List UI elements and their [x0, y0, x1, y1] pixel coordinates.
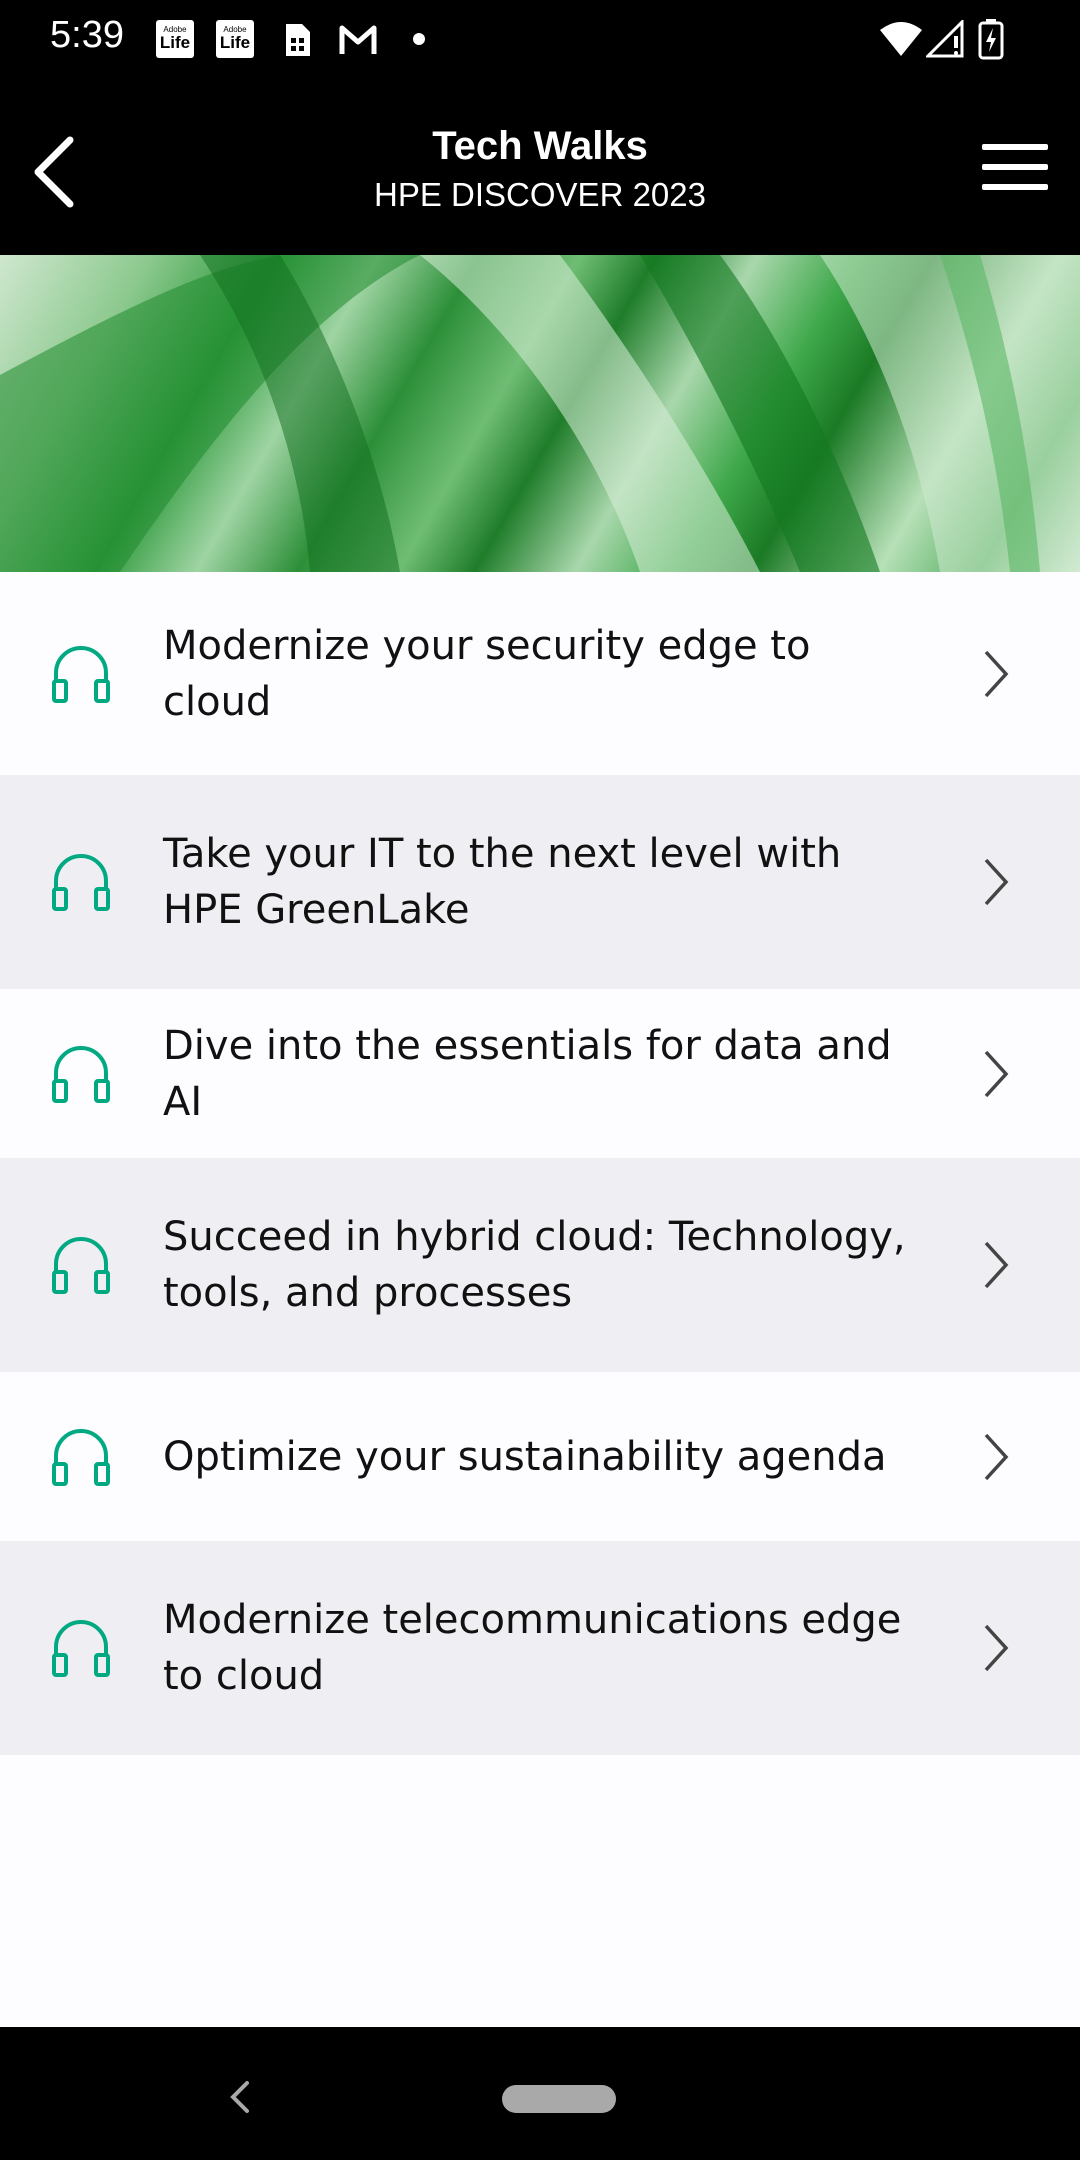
list-item-label: Optimize your sustainability agenda	[163, 1433, 887, 1480]
headphones-icon	[52, 1428, 110, 1486]
nav-home-button[interactable]	[502, 2085, 616, 2113]
list-item[interactable]: Optimize your sustainability agenda	[0, 1372, 1080, 1541]
chevron-right-icon	[984, 1624, 1009, 1672]
tech-walks-list: Modernize your security edge to cloud Ta…	[0, 572, 1080, 1755]
list-item-label: Succeed in hybrid cloud: Technology, too…	[163, 1214, 906, 1316]
list-item-label: Take your IT to the next level with HPE …	[163, 831, 842, 933]
list-item-label: Modernize your security edge to cloud	[163, 622, 811, 725]
page-subtitle: HPE DISCOVER 2023	[374, 176, 706, 213]
cell-signal-icon	[926, 20, 964, 58]
chevron-right-icon	[984, 1050, 1009, 1097]
list-item-label: Modernize telecommunications edge to clo…	[163, 1597, 902, 1699]
list-item-label: Dive into the essentials for data and AI	[163, 1022, 892, 1125]
chevron-right-icon	[984, 1433, 1009, 1480]
sim-card-icon	[286, 24, 310, 56]
status-bar: 5:39 Adobe Life Adobe Life	[0, 0, 1080, 80]
list-item[interactable]: Dive into the essentials for data and AI	[0, 989, 1080, 1158]
list-item[interactable]: Take your IT to the next level with HPE …	[0, 775, 1080, 989]
hero-banner-image	[0, 255, 1080, 572]
list-item[interactable]: Modernize your security edge to cloud	[0, 572, 1080, 775]
notification-dot-icon	[413, 33, 425, 45]
chevron-right-icon	[984, 1241, 1009, 1289]
headphones-icon	[52, 645, 110, 703]
headphones-icon	[52, 854, 110, 911]
list-item[interactable]: Succeed in hybrid cloud: Technology, too…	[0, 1158, 1080, 1372]
list-item[interactable]: Modernize telecommunications edge to clo…	[0, 1541, 1080, 1755]
battery-charging-icon	[978, 19, 1004, 60]
adobe-life-notification-icon: Adobe Life	[156, 20, 194, 58]
page-title: Tech Walks	[432, 124, 648, 168]
system-navigation-bar	[0, 2027, 1080, 2160]
chevron-right-icon	[984, 650, 1009, 697]
adobe-life-notification-icon: Adobe Life	[216, 20, 254, 58]
headphones-icon	[52, 1045, 110, 1103]
wifi-icon	[880, 22, 922, 56]
menu-button[interactable]	[980, 138, 1050, 198]
nav-back-button[interactable]	[225, 2077, 255, 2117]
status-time: 5:39	[50, 14, 124, 56]
headphones-icon	[52, 1237, 110, 1294]
gmail-icon	[339, 25, 377, 54]
chevron-right-icon	[984, 858, 1009, 906]
headphones-icon	[52, 1620, 110, 1677]
app-header: Tech Walks HPE DISCOVER 2023	[0, 80, 1080, 255]
